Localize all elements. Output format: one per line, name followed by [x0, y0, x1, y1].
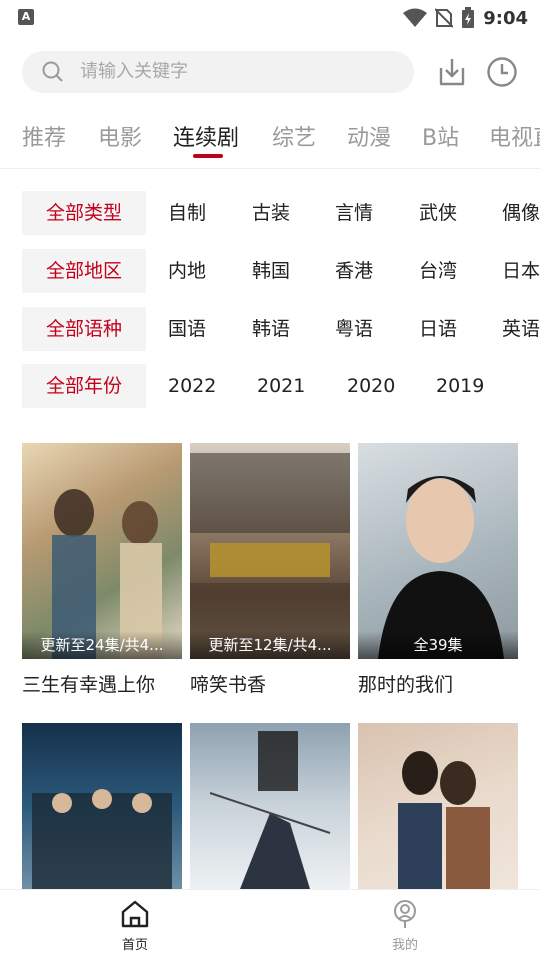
nav-home[interactable]: 首页 [75, 890, 195, 961]
tab-series[interactable]: 连续剧 [173, 120, 239, 152]
bottom-navigation: 首页 我的 [0, 889, 540, 961]
filter-option[interactable]: 国语 [168, 307, 206, 351]
filter-option[interactable]: 粤语 [335, 307, 373, 351]
search-input[interactable] [80, 51, 400, 93]
show-card[interactable] [22, 723, 182, 889]
history-icon[interactable] [486, 56, 518, 88]
filter-option[interactable]: 内地 [168, 249, 206, 293]
poster-image [52, 489, 162, 659]
show-title[interactable]: 三生有幸遇上你 [22, 670, 155, 697]
tab-bilibili[interactable]: B站 [422, 120, 459, 152]
episode-badge: 更新至24集/共4... [22, 631, 182, 659]
show-card[interactable]: 全39集 [358, 443, 518, 659]
filter-option[interactable]: 英语 [502, 307, 540, 351]
show-card[interactable] [190, 723, 350, 889]
filter-all-language[interactable]: 全部语种 [22, 307, 146, 351]
active-tab-indicator [193, 154, 223, 158]
filter-all-type[interactable]: 全部类型 [22, 191, 146, 235]
filter-option[interactable]: 日语 [419, 307, 457, 351]
filter-row-year: 全部年份 2022 2021 2020 2019 [0, 364, 540, 408]
search-icon [42, 61, 63, 82]
filter-option[interactable]: 言情 [335, 191, 373, 235]
poster-image [190, 453, 350, 659]
episode-badge: 更新至12集/共4... [190, 631, 350, 659]
status-icons: 9:04 [403, 6, 528, 30]
nav-home-label: 首页 [121, 938, 148, 953]
show-card[interactable]: 更新至12集/共4... [190, 443, 350, 659]
filter-option[interactable]: 偶像 [502, 191, 540, 235]
download-icon[interactable] [436, 56, 468, 88]
search-bar[interactable] [22, 51, 414, 93]
no-sim-icon [435, 8, 454, 28]
filter-option[interactable]: 韩国 [252, 249, 290, 293]
tab-movies[interactable]: 电影 [98, 120, 142, 152]
battery-charging-icon [462, 7, 475, 28]
filter-all-year[interactable]: 全部年份 [22, 364, 146, 408]
status-bar: A 9:04 [0, 0, 540, 36]
filter-row-type: 全部类型 自制 古装 言情 武侠 偶像 [0, 191, 540, 235]
filter-option[interactable]: 自制 [168, 191, 206, 235]
category-tabs: 推荐 电影 连续剧 综艺 动漫 B站 电视直播 [0, 108, 540, 168]
wifi-icon [403, 8, 428, 27]
tab-anime[interactable]: 动漫 [347, 120, 391, 152]
poster-image [398, 751, 490, 889]
filter-option[interactable]: 台湾 [419, 249, 457, 293]
home-icon [121, 900, 149, 928]
show-title[interactable]: 那时的我们 [358, 670, 453, 697]
filter-option[interactable]: 2019 [436, 364, 484, 408]
filter-option[interactable]: 古装 [252, 191, 290, 235]
filter-option[interactable]: 日本 [502, 249, 540, 293]
profile-icon [394, 900, 416, 928]
filter-option[interactable]: 香港 [335, 249, 373, 293]
show-card[interactable]: 更新至24集/共4... [22, 443, 182, 659]
filter-option[interactable]: 韩语 [252, 307, 290, 351]
app-notification-icon: A [18, 9, 34, 25]
tab-tv-live[interactable]: 电视直播 [489, 120, 540, 152]
show-title[interactable]: 啼笑书香 [190, 670, 266, 697]
filter-row-language: 全部语种 国语 韩语 粤语 日语 英语 [0, 307, 540, 351]
filter-option[interactable]: 武侠 [419, 191, 457, 235]
nav-mine-label: 我的 [391, 938, 418, 953]
filter-all-region[interactable]: 全部地区 [22, 249, 146, 293]
show-card[interactable] [358, 723, 518, 889]
filter-row-region: 全部地区 内地 韩国 香港 台湾 日本 [0, 249, 540, 293]
episode-badge: 全39集 [358, 631, 518, 659]
poster-image [32, 789, 172, 889]
divider [0, 168, 540, 169]
nav-mine[interactable]: 我的 [345, 890, 465, 961]
poster-image [209, 731, 331, 889]
poster-image [378, 476, 504, 659]
filter-option[interactable]: 2021 [257, 364, 305, 408]
tab-recommend[interactable]: 推荐 [22, 120, 66, 152]
tab-variety[interactable]: 综艺 [272, 120, 316, 152]
clock-time: 9:04 [483, 7, 528, 29]
filter-option[interactable]: 2022 [168, 364, 216, 408]
filter-option[interactable]: 2020 [347, 364, 395, 408]
